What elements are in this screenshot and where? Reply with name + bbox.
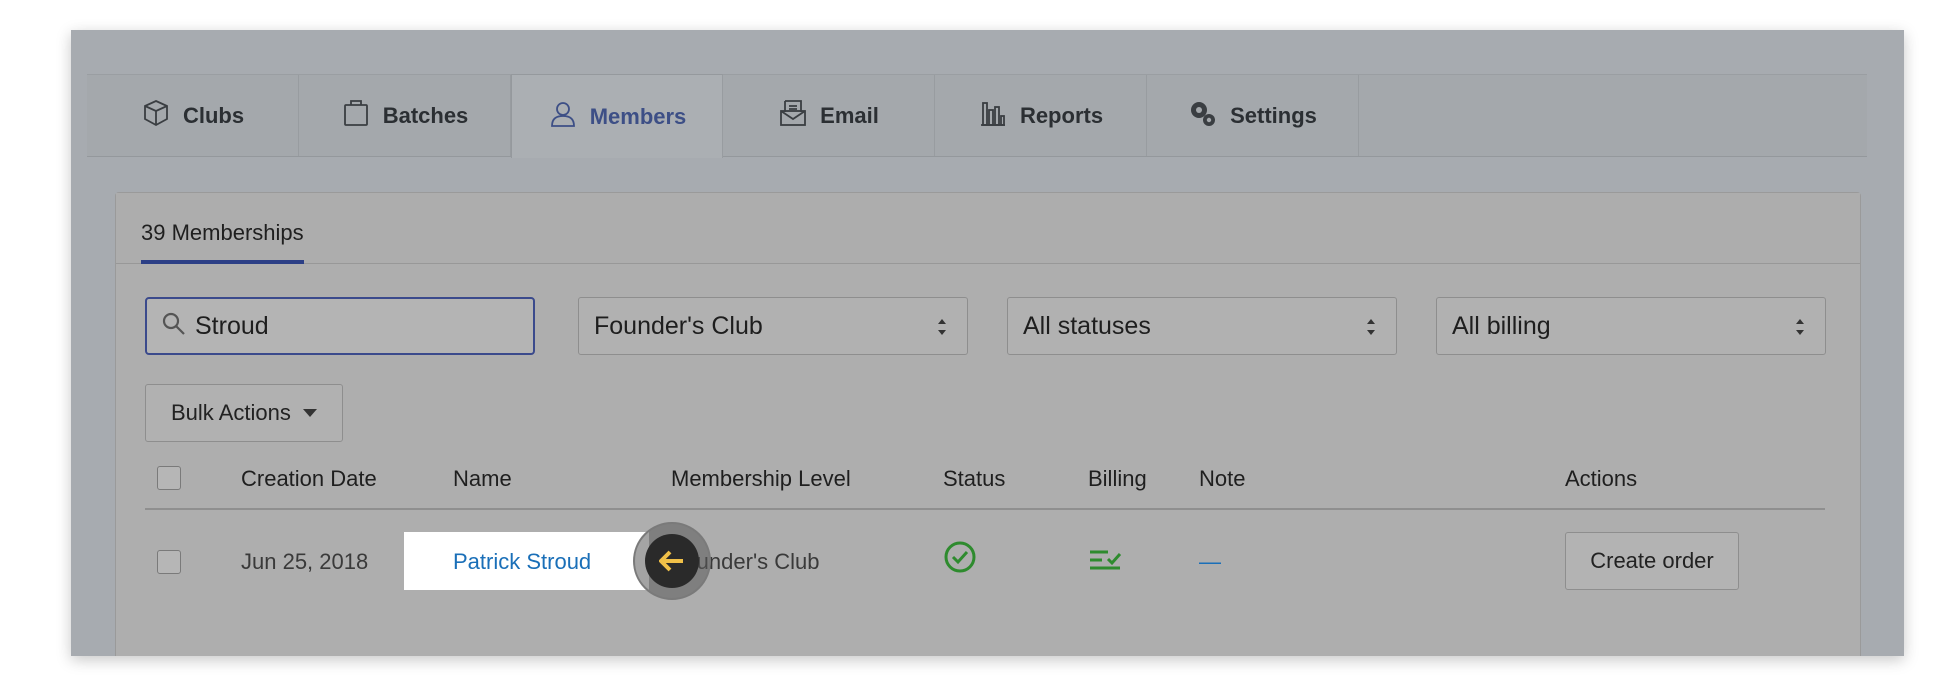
select-arrows-icon: [1796, 319, 1804, 335]
user-icon: [548, 99, 578, 135]
header-membership-level[interactable]: Membership Level: [671, 466, 851, 492]
billing-select-value: All billing: [1452, 311, 1551, 340]
bar-chart-icon: [978, 98, 1008, 134]
app-window: Clubs Batches Members Email Reports Sett…: [71, 30, 1904, 656]
status-select-value: All statuses: [1023, 311, 1151, 340]
member-name-link[interactable]: Patrick Stroud: [453, 549, 591, 575]
tab-settings[interactable]: Settings: [1147, 75, 1359, 156]
billing-select[interactable]: All billing: [1436, 297, 1826, 355]
create-order-button[interactable]: Create order: [1565, 532, 1739, 590]
header-name[interactable]: Name: [453, 466, 512, 492]
note-cell[interactable]: —: [1199, 549, 1221, 575]
status-active-icon: [943, 540, 977, 579]
search-input[interactable]: [193, 310, 517, 342]
club-select-value: Founder's Club: [594, 311, 763, 340]
tab-label: Settings: [1230, 102, 1317, 128]
tab-batches[interactable]: Batches: [299, 75, 511, 156]
select-all-checkbox[interactable]: [157, 466, 181, 490]
search-icon: [147, 311, 187, 342]
tab-reports[interactable]: Reports: [935, 75, 1147, 156]
bulk-actions-label: Bulk Actions: [171, 400, 291, 425]
pointer-cursor: [633, 522, 711, 600]
table-row: Jun 25, 2018 Patrick Stroud Founder's Cl…: [145, 510, 1825, 610]
caret-down-icon: [302, 409, 317, 417]
box-icon: [141, 98, 171, 134]
tab-label: Clubs: [182, 102, 245, 128]
select-arrows-icon: [938, 319, 946, 335]
envelope-icon: [778, 98, 808, 134]
main-tab-bar: Clubs Batches Members Email Reports Sett…: [87, 74, 1867, 158]
header-creation-date[interactable]: Creation Date: [241, 466, 377, 492]
gears-icon: [1188, 98, 1218, 134]
clipboard-icon: [341, 98, 371, 134]
memberships-count-tab[interactable]: 39 Memberships: [141, 220, 304, 264]
header-status[interactable]: Status: [943, 466, 1005, 492]
creation-date-cell: Jun 25, 2018: [241, 549, 369, 574]
tab-label: Members: [589, 103, 687, 129]
tab-label: Email: [820, 102, 879, 128]
memberships-panel: 39 Memberships Founder's Club All status…: [115, 192, 1861, 656]
club-select[interactable]: Founder's Club: [578, 297, 968, 355]
tab-members[interactable]: Members: [511, 74, 723, 158]
header-actions: Actions: [1565, 466, 1638, 491]
billing-ok-icon: [1088, 542, 1122, 577]
panel-header: 39 Memberships: [116, 193, 1860, 264]
tab-label: Reports: [1019, 102, 1104, 128]
row-checkbox[interactable]: [157, 550, 181, 574]
tab-label: Batches: [382, 102, 469, 128]
table-header: Creation Date Name Membership Level Stat…: [145, 446, 1825, 510]
bulk-actions-button[interactable]: Bulk Actions: [145, 384, 343, 442]
header-note[interactable]: Note: [1199, 466, 1245, 492]
tab-clubs[interactable]: Clubs: [87, 75, 299, 156]
tab-email[interactable]: Email: [723, 75, 935, 156]
header-billing[interactable]: Billing: [1088, 466, 1147, 492]
search-field[interactable]: [145, 297, 535, 355]
select-arrows-icon: [1367, 319, 1375, 335]
arrow-left-icon: [659, 550, 683, 572]
status-select[interactable]: All statuses: [1007, 297, 1397, 355]
